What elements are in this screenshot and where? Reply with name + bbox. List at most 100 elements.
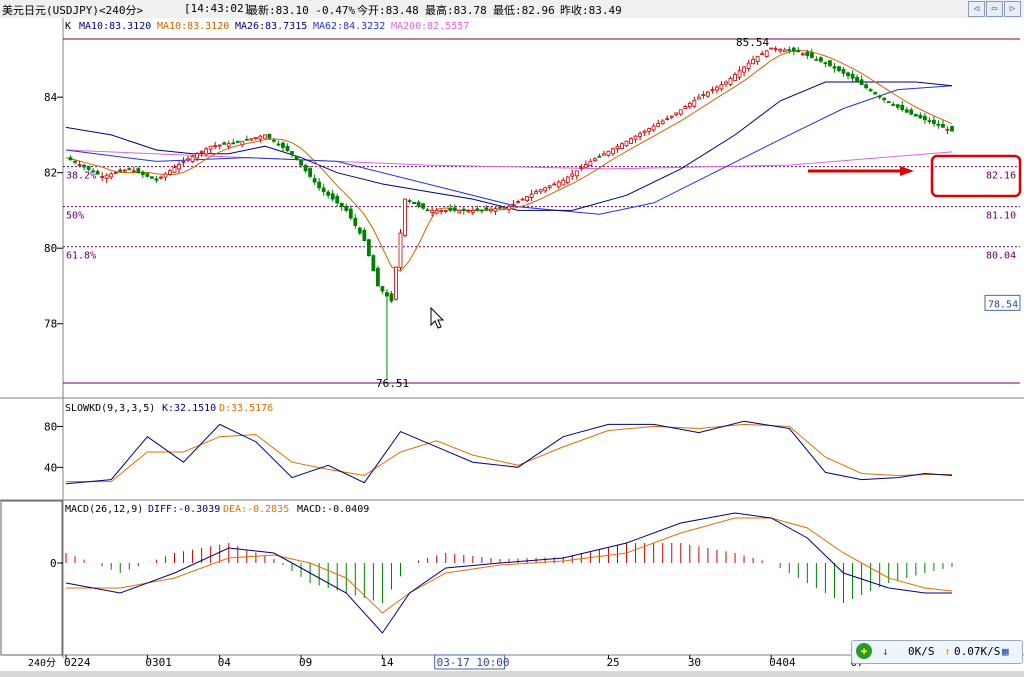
candle-body xyxy=(886,101,891,103)
quote-latest: 最新:83.10 -0.47% xyxy=(247,4,356,17)
network-speed-widget[interactable]: ✚ ↓ 0K/S ↑ 0.07K/S ▦ xyxy=(851,640,1023,664)
candle-body xyxy=(864,84,869,89)
quote-open: 今开:83.48 xyxy=(357,4,419,17)
candle-body xyxy=(574,170,579,177)
candle-body xyxy=(321,187,326,192)
candle-body xyxy=(140,171,145,175)
candle-body xyxy=(629,138,633,144)
candle-body xyxy=(751,58,756,65)
candle-body xyxy=(163,173,168,178)
quote-prev-close: 昨收:83.49 xyxy=(560,4,622,17)
candle-body xyxy=(891,104,896,106)
candle-body xyxy=(733,74,737,81)
candle-body xyxy=(276,143,281,146)
candle-body xyxy=(339,202,344,208)
candle-body xyxy=(678,109,683,115)
candle-body xyxy=(583,164,588,168)
candle-body xyxy=(181,160,186,163)
candle-body xyxy=(850,73,855,79)
price-box-label: 78.54 xyxy=(988,299,1018,310)
candle-body xyxy=(303,165,308,172)
candle-body xyxy=(647,128,652,132)
fib-label: 38.2% xyxy=(66,171,96,182)
candle-body xyxy=(109,173,114,178)
candle-body xyxy=(168,170,172,175)
candle-body xyxy=(416,201,421,207)
candle-body xyxy=(868,89,873,92)
quote-high: 最高:83.78 xyxy=(425,4,487,17)
candle-body xyxy=(104,174,109,180)
candle-body xyxy=(122,169,127,172)
x-tick-label: 30 xyxy=(688,656,701,669)
candle-body xyxy=(950,126,954,132)
candle-body xyxy=(389,293,394,302)
candle-body xyxy=(154,178,159,181)
prev-icon[interactable]: ◁ xyxy=(968,1,985,17)
candle-body xyxy=(326,191,331,196)
download-speed: 0K/S xyxy=(908,645,935,658)
candle-body xyxy=(828,60,832,67)
candle-body xyxy=(204,148,209,155)
x-tick-label: 14 xyxy=(380,656,394,669)
plus-icon[interactable]: ✚ xyxy=(856,643,872,659)
kd-y-tick-label: 40 xyxy=(44,461,57,474)
candle-body xyxy=(534,191,539,194)
legend-ma10b: MA10:83.3120 xyxy=(157,21,229,32)
candle-body xyxy=(208,145,213,150)
candle-body xyxy=(407,200,412,202)
candle-body xyxy=(452,207,457,211)
candle-body xyxy=(366,239,371,257)
candle-body xyxy=(819,57,823,62)
candle-body xyxy=(805,51,810,57)
legend-ma62: MA62:84.3232 xyxy=(313,21,385,32)
candle-body xyxy=(832,66,837,69)
chart-area[interactable]: K MA10:83.3120 MA10:83.3120 MA26:83.7315… xyxy=(0,18,1024,671)
candle-body xyxy=(909,109,914,115)
candle-body xyxy=(507,206,511,210)
candle-body xyxy=(262,134,267,139)
restore-icon[interactable]: ▭ xyxy=(986,1,1003,17)
candle-body xyxy=(498,206,502,209)
candle-body xyxy=(927,120,932,123)
candle-body xyxy=(308,168,313,177)
candle-body xyxy=(611,148,615,155)
candle-body xyxy=(597,155,602,158)
candle-body xyxy=(312,178,317,183)
candle-body xyxy=(606,150,611,156)
low-label: 76.51 xyxy=(376,377,409,390)
candle-body xyxy=(941,123,945,128)
candle-body xyxy=(565,176,570,183)
candle-body xyxy=(412,201,416,205)
candle-body xyxy=(131,170,136,173)
candle-body xyxy=(724,81,728,85)
settings-icon[interactable]: ▦ xyxy=(1002,645,1009,658)
candle-body xyxy=(177,164,181,170)
candle-body xyxy=(900,104,905,111)
quote-time: [14:43:02] xyxy=(184,2,251,15)
upload-speed: 0.07K/S xyxy=(954,645,1001,658)
candle-body xyxy=(778,48,783,52)
fib-value: 82.16 xyxy=(986,171,1016,182)
next-icon[interactable]: ▷ xyxy=(1004,1,1021,17)
y-tick-label: 80 xyxy=(44,242,57,255)
candle-body xyxy=(385,292,389,297)
candle-body xyxy=(380,286,385,292)
candle-body xyxy=(186,158,190,161)
candle-body xyxy=(290,151,294,155)
candle-body xyxy=(918,114,923,119)
candle-body xyxy=(525,196,529,201)
symbol-title: 美元日元(USDJPY)<240分> xyxy=(2,4,144,17)
candle-body xyxy=(77,164,82,167)
y-tick-label: 82 xyxy=(44,167,57,180)
candle-body xyxy=(357,227,362,234)
candle-body xyxy=(882,97,887,101)
candle-body xyxy=(159,176,163,179)
kd-legend-name: SLOWKD(9,3,3,5) xyxy=(65,403,155,414)
candle-body xyxy=(841,69,846,74)
candle-body xyxy=(633,135,638,140)
candle-body xyxy=(317,181,322,189)
fib-label: 50% xyxy=(66,211,84,222)
candle-body xyxy=(529,193,534,198)
y-tick-label: 78 xyxy=(44,318,57,331)
candle-body xyxy=(466,210,471,213)
